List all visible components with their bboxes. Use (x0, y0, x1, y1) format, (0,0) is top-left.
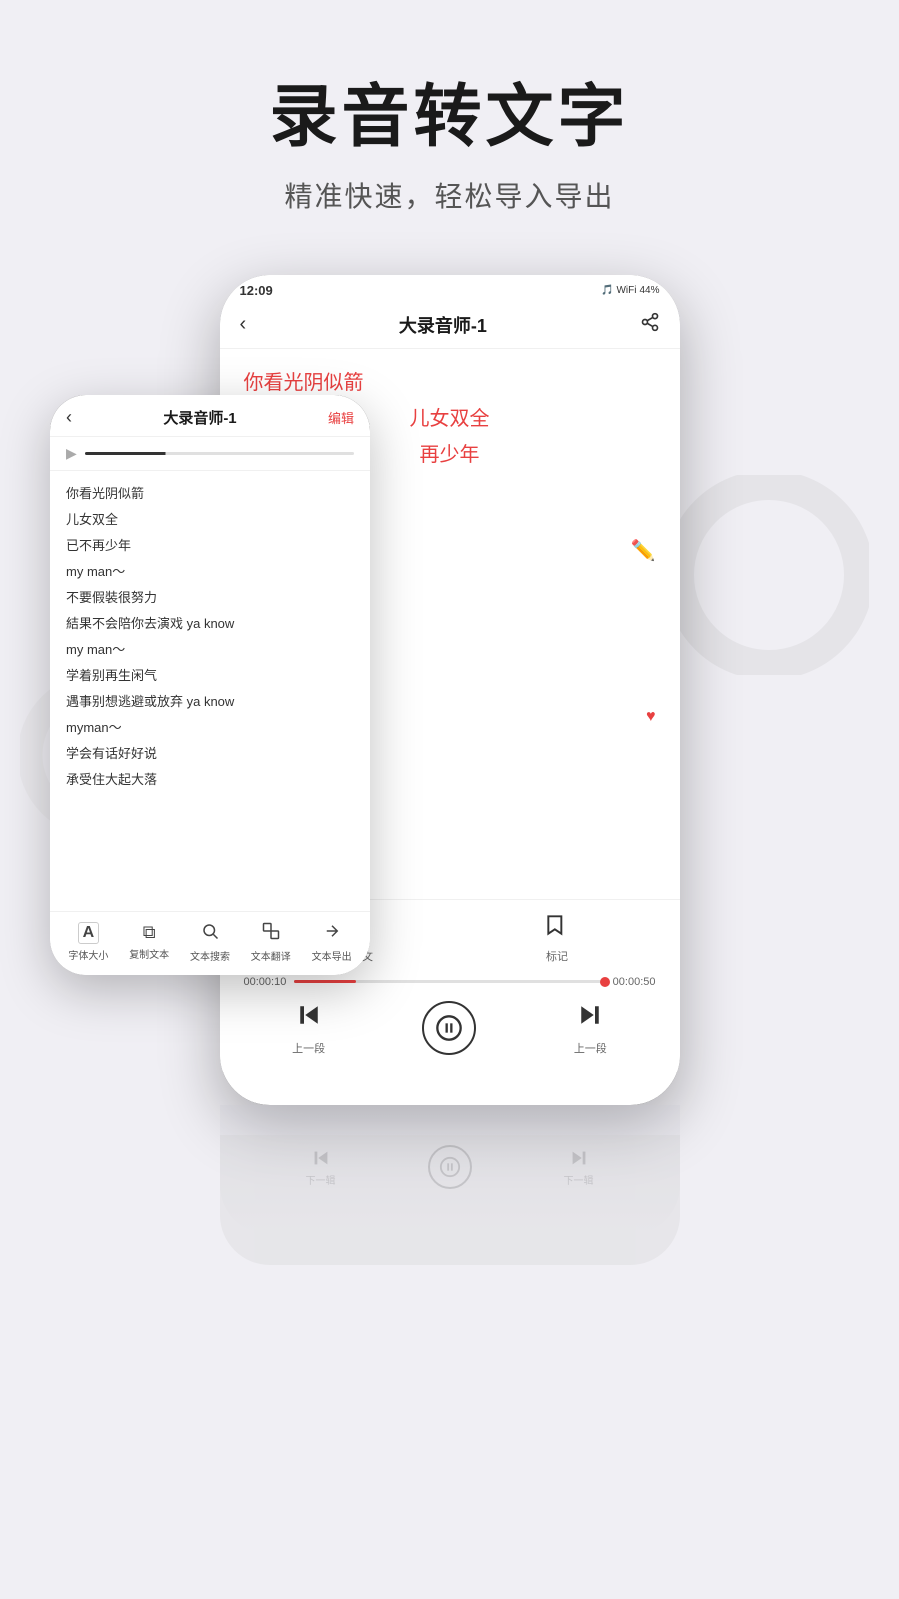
bottom-reflection: 下一辑 下一辑 (0, 1135, 899, 1265)
status-bar: 12:09 🎵 WiFi 44% (220, 275, 680, 302)
copy-text-icon: ⧉ (143, 922, 156, 943)
sec-header: ‹ 大录音师-1 编辑 (50, 395, 370, 437)
toolbar-font-size[interactable]: A 字体大小 (68, 922, 108, 963)
text-search-icon (201, 922, 219, 945)
sec-toolbar: A 字体大小 ⧉ 复制文本 文本搜索 (50, 911, 370, 975)
mark-label: 标记 (546, 948, 568, 964)
bluetooth-icon: 🎵 (601, 285, 613, 296)
phone-secondary: ‹ 大录音师-1 编辑 ▶ 你看光阴似箭 儿女双全 已不再少年 my man～ … (50, 395, 370, 975)
sec-lyric-0: 你看光阴似箭 (66, 481, 354, 507)
audio-wave-track[interactable] (85, 452, 354, 455)
prev-btn[interactable]: 上一段 (292, 1000, 325, 1056)
main-title: 录音转文字 (40, 80, 859, 155)
time-end: 00:00:50 (613, 976, 656, 988)
toolbar-text-search[interactable]: 文本搜索 (190, 922, 230, 963)
copy-text-label: 复制文本 (129, 946, 169, 961)
playback-controls: 上一段 (244, 1000, 656, 1056)
header-section: 录音转文字 精准快速，轻松导入导出 (0, 0, 899, 255)
sec-audio-bar: ▶ (50, 437, 370, 471)
text-export-icon (323, 922, 341, 945)
heart-icon-main: ♥ (646, 708, 656, 726)
edit-icon[interactable]: ✏️ (631, 538, 656, 563)
sec-lyric-11: 承受住大起大落 (66, 767, 354, 793)
reflect-next-label: 下一辑 (564, 1172, 594, 1187)
sec-edit-btn[interactable]: 编辑 (328, 408, 354, 427)
toolbar-copy-text[interactable]: ⧉ 复制文本 (129, 922, 169, 963)
reflect-play-btn (428, 1145, 472, 1189)
text-translate-label: 文本翻译 (251, 948, 291, 963)
sec-lyric-1: 儿女双全 (66, 507, 354, 533)
play-pause-btn[interactable] (422, 1001, 476, 1055)
next-btn[interactable]: 上一段 (574, 1000, 607, 1056)
status-time: 12:09 (240, 283, 273, 298)
next-label: 上一段 (574, 1040, 607, 1056)
deco-circle-right (669, 475, 869, 675)
sec-lyrics: 你看光阴似箭 儿女双全 已不再少年 my man～ 不要假裝很努力 結果不会陪你… (50, 471, 370, 803)
app-title-main: 大录音师-1 (399, 312, 487, 338)
sec-back-btn[interactable]: ‹ (66, 407, 72, 428)
sec-lyric-3: my man～ (66, 559, 354, 585)
text-export-label: 文本导出 (312, 948, 352, 963)
sec-lyric-6: my man～ (66, 637, 354, 663)
text-search-label: 文本搜索 (190, 948, 230, 963)
progress-bar-row: 00:00:10 00:00:50 (244, 976, 656, 988)
back-button-main[interactable]: ‹ (240, 313, 247, 336)
wifi-icon: WiFi (616, 285, 636, 296)
battery-label: 44% (639, 285, 659, 296)
font-size-icon: A (78, 922, 100, 944)
sec-lyric-10: 学会有话好好说 (66, 741, 354, 767)
progress-track[interactable] (294, 980, 604, 983)
progress-dot (600, 977, 610, 987)
next-icon (575, 1000, 605, 1037)
sec-lyric-4: 不要假裝很努力 (66, 585, 354, 611)
mark-btn[interactable]: 标记 (544, 912, 570, 964)
status-icons: 🎵 WiFi 44% (601, 285, 659, 296)
share-button[interactable] (640, 312, 660, 337)
sec-lyric-8: 遇事别想逃避或放弃 ya know (66, 689, 354, 715)
reflect-prev-label: 下一辑 (306, 1172, 336, 1187)
sec-title: 大录音师-1 (163, 407, 236, 428)
sec-lyric-2: 已不再少年 (66, 533, 354, 559)
sec-lyric-9: myman～ (66, 715, 354, 741)
toolbar-text-export[interactable]: 文本导出 (312, 922, 352, 963)
audio-play-icon[interactable]: ▶ (66, 445, 77, 462)
app-header-main: ‹ 大录音师-1 (220, 302, 680, 349)
time-start: 00:00:10 (244, 976, 287, 988)
sec-lyric-7: 学着别再生闲气 (66, 663, 354, 689)
progress-fill (294, 980, 356, 983)
sub-title: 精准快速，轻松导入导出 (40, 175, 859, 215)
font-size-label: 字体大小 (68, 947, 108, 962)
toolbar-text-translate[interactable]: 文本翻译 (251, 922, 291, 963)
phone-secondary-inner: ‹ 大录音师-1 编辑 ▶ 你看光阴似箭 儿女双全 已不再少年 my man～ … (50, 395, 370, 975)
phone-area: 12:09 🎵 WiFi 44% ‹ 大录音师-1 (0, 275, 899, 1175)
text-translate-icon (262, 922, 280, 945)
prev-icon (294, 1000, 324, 1037)
sec-lyric-5: 結果不会陪你去演戏 ya know (66, 611, 354, 637)
mark-icon (544, 912, 570, 944)
prev-label: 上一段 (292, 1040, 325, 1056)
